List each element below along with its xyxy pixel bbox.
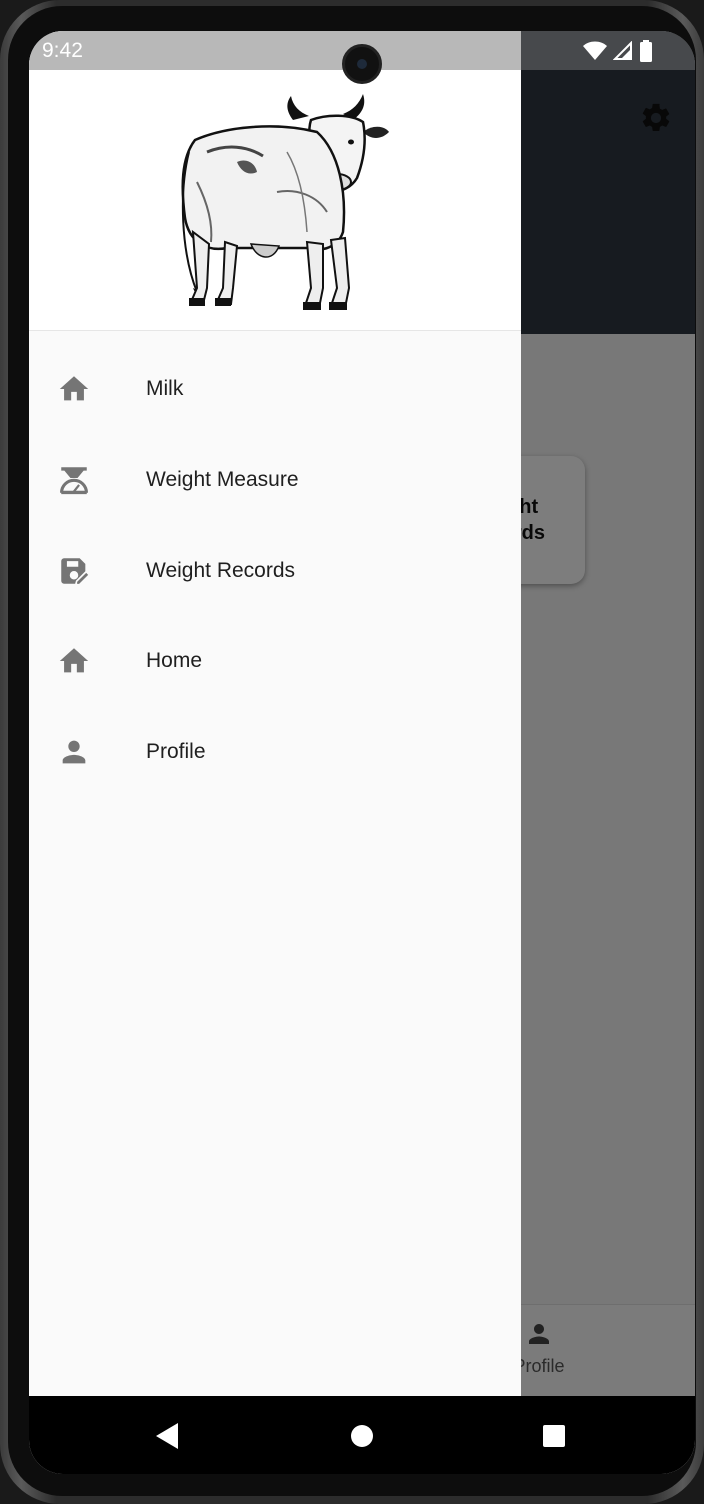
drawer-item-weight-records[interactable]: Weight Records [29, 525, 521, 616]
drawer-status-strip: 9:42 [29, 31, 521, 70]
phone-frame: Weight Records Profile [0, 0, 704, 1504]
drawer-item-home[interactable]: Home [29, 616, 521, 707]
person-icon [57, 735, 91, 769]
drawer-item-profile[interactable]: Profile [29, 707, 521, 798]
drawer-header [29, 70, 521, 331]
status-time: 9:42 [42, 39, 83, 62]
back-button[interactable] [156, 1423, 180, 1449]
drawer-item-label: Home [146, 649, 203, 673]
status-icons [583, 40, 653, 62]
drawer-item-label: Weight Records [146, 558, 296, 582]
home-icon [57, 644, 91, 678]
home-button[interactable] [351, 1425, 373, 1447]
screen: Weight Records Profile [29, 31, 695, 1474]
drawer-menu: Milk Weight Measure Weight Records Home … [29, 344, 521, 797]
drawer-item-milk[interactable]: Milk [29, 344, 521, 435]
phone-bezel: Weight Records Profile [8, 6, 696, 1496]
wifi-icon [583, 41, 607, 60]
scale-icon [57, 463, 91, 497]
navigation-drawer: 9:42 Milk Weight Measure Weight Records … [29, 31, 521, 1396]
drawer-item-label: Milk [146, 377, 184, 401]
drawer-item-weight-measure[interactable]: Weight Measure [29, 435, 521, 526]
drawer-item-label: Weight Measure [146, 468, 299, 492]
cow-illustration [181, 94, 389, 310]
drawer-item-label: Profile [146, 740, 206, 764]
recents-button[interactable] [543, 1425, 565, 1447]
home-icon [57, 372, 91, 406]
system-nav-bar [29, 1396, 695, 1474]
front-camera [342, 44, 382, 84]
battery-icon [640, 40, 652, 62]
save-edit-icon [57, 554, 91, 588]
cell-signal-icon [613, 41, 632, 60]
